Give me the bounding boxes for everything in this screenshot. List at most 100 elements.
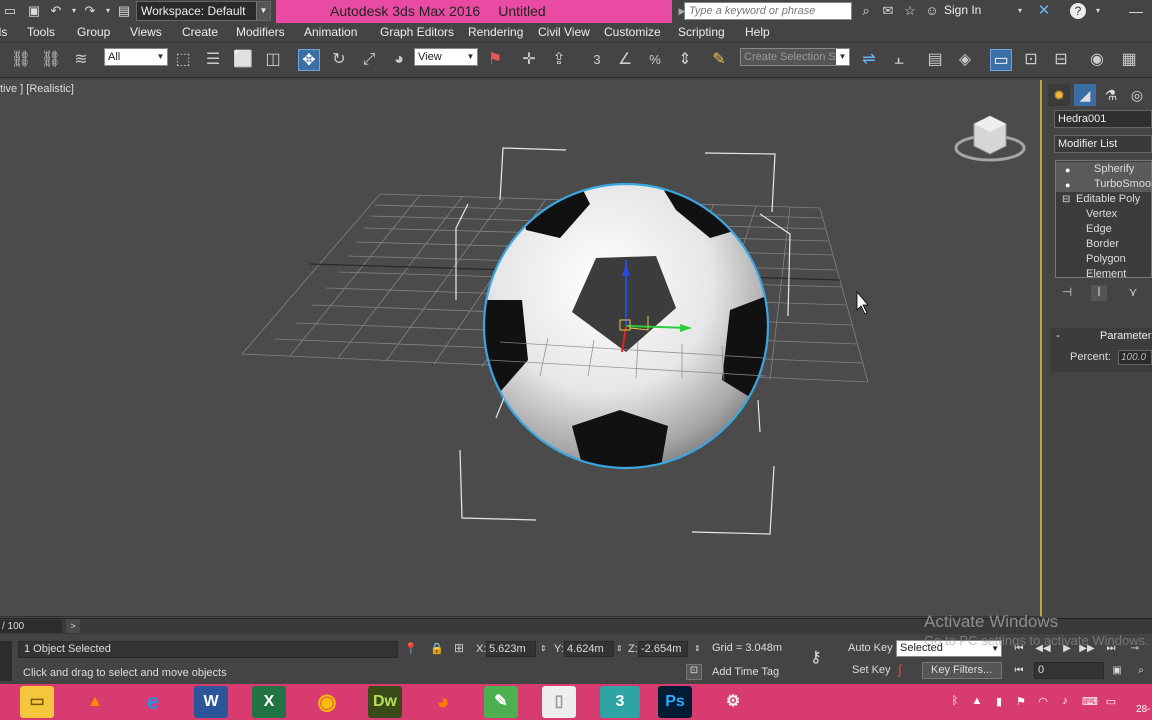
flag-icon[interactable]: ⚑ — [1014, 695, 1028, 709]
spinner-snap-icon[interactable]: ⇕ — [674, 49, 696, 71]
stack-item-edge[interactable]: Edge — [1056, 222, 1151, 237]
time-configuration-icon[interactable]: ▣ — [1108, 663, 1126, 679]
curve-editor-icon[interactable]: ⊡ — [1020, 49, 1042, 71]
collapse-icon[interactable]: ⊟ — [1062, 192, 1070, 207]
mirror-icon[interactable]: ⇌ — [858, 49, 880, 71]
menu-create[interactable]: Create — [182, 25, 218, 39]
percent-spinner[interactable]: 100.0 — [1118, 350, 1152, 365]
sign-in-link[interactable]: Sign In — [944, 3, 981, 17]
chevron-down-icon[interactable]: ▾ — [1090, 3, 1106, 19]
create-tab-icon[interactable]: ✹ — [1048, 84, 1070, 106]
tool-icon[interactable]: ⚙ — [716, 686, 750, 718]
clock[interactable]: 28- — [1136, 704, 1150, 715]
time-tag-icon[interactable]: ⊡ — [686, 664, 702, 680]
select-and-place-icon[interactable]: ◕ — [388, 49, 410, 71]
percent-snap-icon[interactable]: % — [644, 49, 666, 71]
rectangular-selection-icon[interactable]: ⬜ — [232, 49, 254, 71]
show-end-result-icon[interactable]: Ⅰ — [1091, 285, 1107, 301]
vlc-tray-icon[interactable]: ▲ — [970, 695, 984, 709]
x-coordinate-field[interactable]: 5.623m — [486, 641, 536, 657]
select-and-scale-icon[interactable]: ⤢ — [358, 49, 380, 71]
3ds-max-icon[interactable]: 3 — [600, 686, 640, 718]
search-input[interactable]: Type a keyword or phrase — [684, 2, 852, 20]
hierarchy-tab-icon[interactable]: ⚗ — [1100, 84, 1122, 106]
chrome-icon[interactable]: ◉ — [310, 686, 344, 718]
modify-tab-icon[interactable]: ◢ — [1074, 84, 1096, 106]
set-key-button[interactable]: Set Key — [852, 664, 891, 676]
select-and-move-icon[interactable]: ✥ — [298, 49, 320, 71]
redo-dropdown-icon[interactable]: ▾ — [100, 3, 116, 19]
material-editor-icon[interactable]: ◉ — [1086, 49, 1108, 71]
lightbulb-icon[interactable]: ● — [1065, 163, 1070, 178]
word-icon[interactable]: W — [194, 686, 228, 718]
stack-item-element[interactable]: Element — [1056, 267, 1151, 277]
menu-help[interactable]: Help — [745, 25, 770, 39]
key-mode-icon[interactable]: ⏮ — [1010, 663, 1028, 679]
default-in-out-tangent-icon[interactable]: ∫ — [898, 662, 902, 677]
camtasia-icon[interactable]: ✎ — [484, 686, 518, 718]
time-slider-frame[interactable]: / 100 — [0, 620, 62, 633]
angle-snap-icon[interactable]: ∠ — [614, 49, 636, 71]
selection-lock-icon[interactable]: 🔒 — [430, 642, 444, 655]
menu-scripting[interactable]: Scripting — [678, 25, 725, 39]
menu-group[interactable]: Group — [77, 25, 110, 39]
undo-icon[interactable]: ↶ — [48, 3, 64, 19]
menu-animation[interactable]: Animation — [304, 25, 357, 39]
menu-rendering[interactable]: Rendering — [468, 25, 523, 39]
absolute-mode-icon[interactable]: ⊞ — [454, 641, 464, 655]
lightbulb-icon[interactable]: ● — [1065, 178, 1070, 193]
object-name-field[interactable]: Hedra001 — [1054, 110, 1152, 128]
stack-item-spherify[interactable]: ● Spherify — [1056, 162, 1151, 178]
named-selection-set-dropdown[interactable]: Create Selection Se ▼ — [740, 48, 850, 66]
select-by-name-icon[interactable]: ☰ — [202, 49, 224, 71]
isolate-selection-icon[interactable]: 📍 — [404, 642, 418, 655]
wifi-icon[interactable]: ◠ — [1036, 695, 1050, 709]
undo-dropdown-icon[interactable]: ▾ — [66, 3, 82, 19]
make-unique-icon[interactable]: ⋎ — [1125, 285, 1141, 301]
stack-item-editable-poly[interactable]: ⊟ Editable Poly — [1056, 192, 1151, 207]
open-folder-icon[interactable]: ▭ — [2, 3, 18, 19]
help-icon[interactable]: ? — [1070, 3, 1086, 19]
chevron-down-icon[interactable]: ▾ — [1012, 3, 1028, 19]
favorites-star-icon[interactable]: ☆ — [902, 3, 918, 19]
menu-civil-view[interactable]: Civil View — [538, 25, 590, 39]
edit-named-selection-icon[interactable]: ✎ — [708, 49, 730, 71]
viewport-scene[interactable] — [0, 80, 1040, 617]
redo-icon[interactable]: ↷ — [82, 3, 98, 19]
unlink-selection-icon[interactable]: ⛓ — [40, 49, 62, 71]
menu-customize[interactable]: Customize — [604, 25, 661, 39]
internet-explorer-icon[interactable]: e — [136, 686, 170, 718]
stack-item-vertex[interactable]: Vertex — [1056, 207, 1151, 222]
workspace-dropdown[interactable]: Workspace: Default ▼ — [136, 1, 271, 21]
exchange-x-icon[interactable]: ✕ — [1036, 3, 1052, 19]
key-icon[interactable]: ⚷ — [810, 647, 822, 667]
schematic-view-icon[interactable]: ⊟ — [1050, 49, 1072, 71]
menu-modifiers[interactable]: Modifiers — [236, 25, 285, 39]
motion-tab-icon[interactable]: ◎ — [1126, 84, 1148, 106]
menu-graph-editors[interactable]: Graph Editors — [380, 25, 454, 39]
select-object-icon[interactable]: ⬚ — [172, 49, 194, 71]
viewcube[interactable] — [954, 115, 1026, 162]
notifications-icon[interactable]: ▭ — [1104, 695, 1118, 709]
keyboard-shortcut-override-icon[interactable]: ⇪ — [548, 49, 570, 71]
photoshop-icon[interactable]: Ps — [658, 686, 692, 718]
parameters-rollout-header[interactable]: - Parameters — [1050, 328, 1152, 344]
stack-item-turbosmooth[interactable]: ● TurboSmooth — [1056, 177, 1151, 193]
time-slider-next-button[interactable]: > — [66, 619, 80, 633]
reference-coordinate-dropdown[interactable]: View ▼ — [414, 48, 478, 66]
modifier-list-dropdown[interactable]: Modifier List — [1054, 135, 1152, 153]
file-explorer-icon[interactable]: ▭ — [20, 686, 54, 718]
menu-tools-partial[interactable]: ols — [0, 25, 7, 39]
volume-icon[interactable]: ♪ — [1058, 695, 1072, 709]
maxscript-listener[interactable] — [0, 641, 12, 681]
project-folder-icon[interactable]: ▤ — [116, 3, 132, 19]
align-icon[interactable]: ⫠ — [888, 49, 910, 71]
spinner-icon[interactable]: ⇕ — [616, 641, 623, 657]
add-time-tag[interactable]: Add Time Tag — [712, 666, 779, 678]
key-filters-button[interactable]: Key Filters... — [922, 662, 1002, 679]
pivot-center-icon[interactable]: ⚑ — [484, 49, 506, 71]
firefox-icon[interactable]: ◕ — [426, 686, 460, 718]
zoom-icon[interactable]: ⌕ — [1132, 663, 1150, 679]
battery-icon[interactable]: ▮ — [992, 695, 1006, 709]
vlc-icon[interactable]: ▲ — [78, 686, 112, 718]
